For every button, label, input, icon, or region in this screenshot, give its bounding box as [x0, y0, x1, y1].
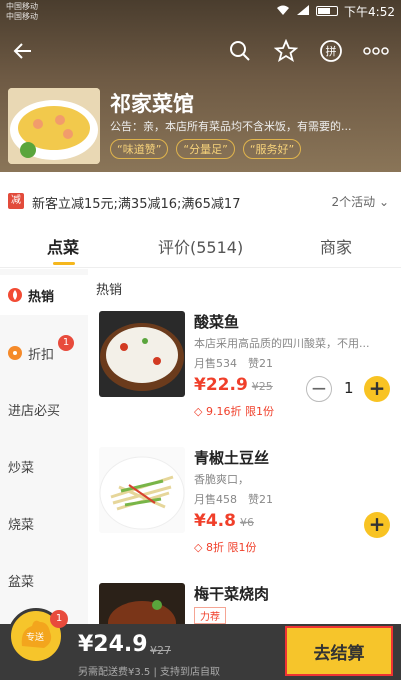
wifi-icon	[276, 4, 290, 19]
sidebar-item-braised[interactable]: 烧菜	[0, 503, 88, 543]
status-icons: 下午4:52	[276, 3, 395, 19]
sidebar-badge: 1	[58, 335, 74, 351]
shop-notice[interactable]: 公告：亲，本店所有菜品均不含米饭，有需要的...	[110, 118, 392, 134]
tab-indicator	[53, 262, 75, 265]
sidebar-item-label: 进店必买	[8, 403, 61, 419]
back-arrow-icon[interactable]	[8, 36, 38, 66]
shop-image	[8, 88, 100, 164]
tag-icon: ◇	[194, 405, 203, 418]
promo-bar[interactable]: 减 新客立减15元;满35减16;满65减17 2个活动 ⌄	[0, 188, 401, 214]
discount-text: 8折 限1份	[205, 541, 257, 554]
category-sidebar: 热销 折扣 1 进店必买 炒菜 烧菜 盆菜	[0, 269, 88, 624]
tag-icon: ◇	[194, 541, 203, 554]
sidebar-item-label: 炒菜	[8, 460, 35, 476]
tab-merchant[interactable]: 商家	[320, 234, 352, 258]
dish-desc: 香脆爽口，	[194, 473, 249, 486]
dish-item[interactable]: 青椒土豆丝 香脆爽口， 月售458 赞21 ¥4.8 ¥6 ◇ 8折 限1份 +	[96, 447, 401, 577]
group-buy-icon[interactable]: 拼	[316, 36, 346, 66]
promo-more-label: 2个活动	[331, 195, 376, 209]
cart-total: ¥24.9	[78, 632, 148, 657]
cart-label: 专送	[26, 631, 44, 643]
dish-image	[99, 311, 185, 397]
promo-more[interactable]: 2个活动 ⌄	[331, 193, 389, 210]
top-toolbar: 拼	[0, 30, 401, 74]
sidebar-item-label: 折扣	[28, 347, 55, 363]
price-value: ¥22.9	[194, 375, 248, 395]
signal-icon	[296, 4, 310, 19]
section-title: 热销	[96, 283, 123, 298]
plus-button[interactable]: +	[364, 512, 390, 538]
shop-name: 祁家菜馆	[110, 92, 194, 116]
carrier-info: 中国移动 中国移动	[6, 2, 38, 22]
svg-text:拼: 拼	[326, 44, 337, 58]
dish-name: 酸菜鱼	[194, 313, 240, 331]
orig-price: ¥25	[251, 380, 273, 393]
price-value: ¥4.8	[194, 511, 236, 531]
sidebar-item-label: 热销	[28, 289, 55, 305]
sidebar-item-pot[interactable]: 盆菜	[0, 560, 88, 600]
chevron-down-icon: ⌄	[378, 195, 389, 209]
sidebar-item-hot[interactable]: 热销	[0, 275, 88, 315]
sidebar-item-label: 盆菜	[8, 574, 35, 590]
quantity: 1	[344, 379, 354, 397]
carrier-2: 中国移动	[6, 12, 38, 21]
cart-badge: 1	[50, 610, 68, 628]
status-time: 下午4:52	[344, 4, 395, 19]
search-icon[interactable]	[225, 36, 255, 66]
shop-tags: “味道赞” “分量足” “服务好”	[110, 139, 302, 159]
dish-image	[99, 583, 185, 624]
shop-tag: “味道赞”	[110, 139, 169, 159]
more-icon[interactable]	[361, 36, 391, 66]
tab-order[interactable]: 点菜	[47, 234, 79, 258]
minus-button[interactable]: −	[306, 376, 332, 402]
tab-reviews[interactable]: 评价(5514)	[158, 234, 243, 258]
sidebar-item-must-buy[interactable]: 进店必买	[0, 389, 88, 429]
carrier-1: 中国移动	[6, 2, 38, 11]
promo-text: 新客立减15元;满35减16;满65减17	[32, 197, 241, 212]
dish-sales: 月售534 赞21	[194, 357, 273, 370]
battery-icon	[316, 6, 339, 16]
dish-name: 青椒土豆丝	[194, 449, 270, 467]
shop-tag: “服务好”	[242, 139, 302, 159]
orig-price: ¥6	[239, 516, 254, 529]
dish-image	[99, 447, 185, 533]
star-icon[interactable]	[271, 36, 301, 66]
dish-price: ¥4.8 ¥6	[194, 511, 254, 531]
fire-icon	[8, 288, 22, 302]
dish-discount: ◇ 8折 限1份	[194, 539, 256, 555]
dish-name: 梅干菜烧肉	[194, 585, 270, 603]
dish-item[interactable]: 酸菜鱼 本店采用高品质的四川酸菜，不用... 月售534 赞21 ¥22.9 ¥2…	[96, 311, 401, 441]
sidebar-item-label: 烧菜	[8, 517, 35, 533]
dish-price: ¥22.9 ¥25	[194, 375, 273, 395]
dish-sales: 月售458 赞21	[194, 493, 273, 506]
tab-bar: 点菜 评价(5514) 商家	[0, 222, 401, 268]
discount-badge: 减	[8, 193, 24, 209]
plus-button[interactable]: +	[364, 376, 390, 402]
discount-text: 9.16折 限1份	[205, 405, 274, 418]
sidebar-item-discount[interactable]: 折扣 1	[0, 333, 88, 373]
status-bar: 中国移动 中国移动 下午4:52	[0, 0, 401, 24]
dish-desc: 本店采用高品质的四川酸菜，不用...	[194, 337, 370, 350]
recommend-tag: 力荐	[194, 607, 226, 624]
shop-header: 中国移动 中国移动 下午4:52 拼 祁家菜馆 公告：亲，本店所有菜品均不含米饭…	[0, 0, 401, 172]
cart-note: 另需配送费¥3.5 | 支持到店自取	[78, 667, 220, 678]
dish-item[interactable]: 梅干菜烧肉 力荐	[96, 583, 401, 624]
dish-discount: ◇ 9.16折 限1份	[194, 403, 274, 419]
cart-orig-price: ¥27	[150, 644, 171, 657]
checkout-button[interactable]: 去结算	[285, 626, 393, 676]
shop-tag: “分量足”	[176, 139, 235, 159]
sidebar-item-stir-fry[interactable]: 炒菜	[0, 446, 88, 486]
discount-icon	[8, 346, 22, 360]
